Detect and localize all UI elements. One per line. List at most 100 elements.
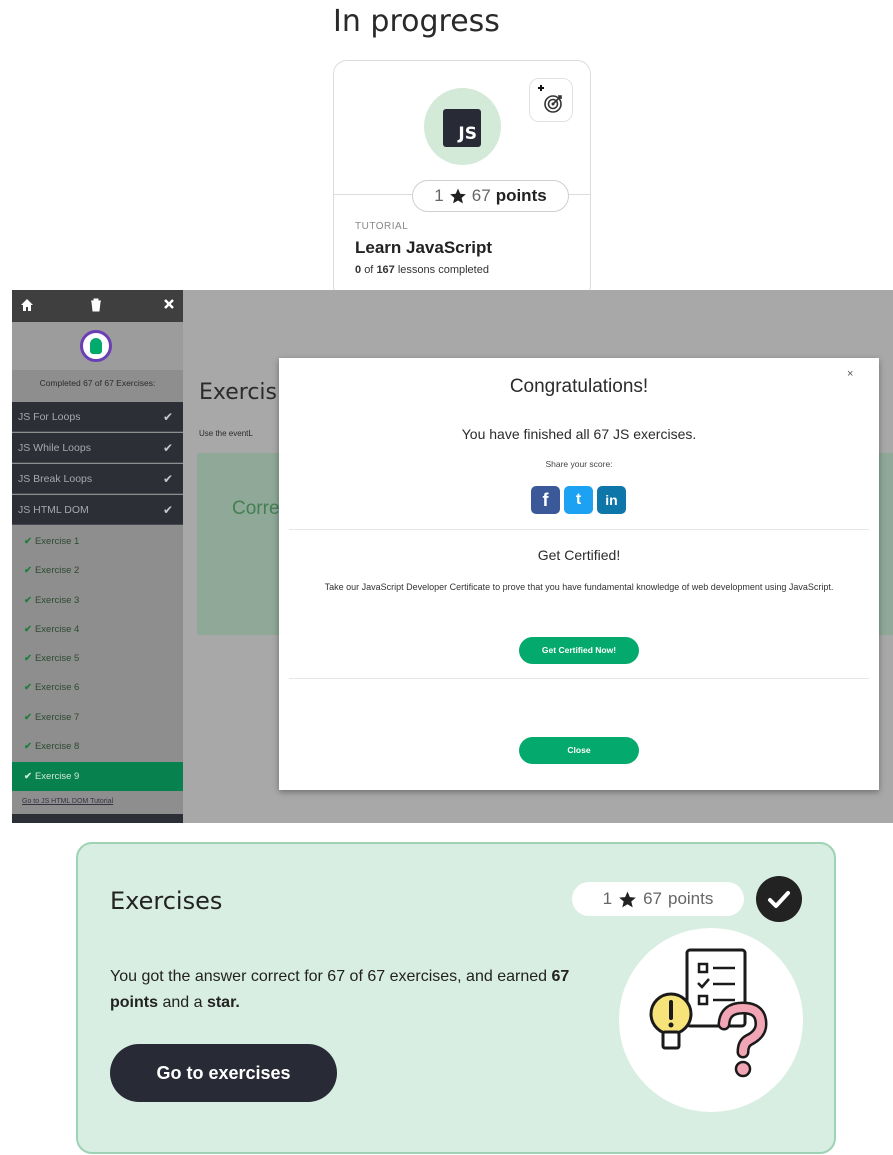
exercise-item[interactable]: ✔ Exercise 3 <box>12 586 183 615</box>
topic-label: JS HTML DOM <box>18 504 89 516</box>
check-icon: ✔ <box>24 653 32 664</box>
summary-text: and a <box>158 994 207 1011</box>
check-icon: ✔ <box>162 441 173 455</box>
check-icon: ✔ <box>162 410 173 424</box>
exercise-label: Exercise 7 <box>34 712 80 723</box>
topic-label: JS Break Loops <box>18 473 93 485</box>
exercise-label: Exercise 2 <box>34 565 80 576</box>
divider <box>289 529 869 530</box>
topic-label: JS While Loops <box>18 442 91 454</box>
completed-check-icon <box>756 876 802 922</box>
points-value: 67 <box>471 186 491 205</box>
exercise-item[interactable]: ✔ Exercise 4 <box>12 615 183 644</box>
stars-count: 1 <box>602 889 613 908</box>
check-icon: ✔ <box>24 536 32 547</box>
facebook-icon[interactable]: f <box>531 486 560 514</box>
topic-item[interactable]: JS Break Loops ✔ <box>12 464 183 494</box>
exercises-summary: You got the answer correct for 67 of 67 … <box>110 964 610 1016</box>
summary-star: star. <box>206 994 240 1011</box>
add-goal-button[interactable] <box>529 78 573 122</box>
exercises-card: Exercises 1 67 points You got the answer… <box>76 842 836 1154</box>
completed-summary: Completed 67 of 67 Exercises: <box>39 378 156 388</box>
exercise-label: Exercise 4 <box>34 624 80 635</box>
exercise-item[interactable]: ✔ Exercise 1 <box>12 527 183 556</box>
exercise-label: Exercise 5 <box>34 653 80 664</box>
points-badge: 1 67 points <box>572 882 744 916</box>
exercise-item-active[interactable]: ✔ Exercise 9 <box>12 762 183 791</box>
points-label: points <box>668 889 714 908</box>
linkedin-icon[interactable]: in <box>597 486 626 514</box>
topic-label: JS For Loops <box>18 411 81 423</box>
cert-title: Get Certified! <box>537 547 621 563</box>
exercise-item[interactable]: ✔ Exercise 7 <box>12 703 183 732</box>
exercise-heading: Exercis <box>199 380 278 405</box>
summary-text: You got the answer correct for 67 of 67 … <box>110 968 552 985</box>
tutorial-card[interactable]: JS 1 67 points TUTORIAL Learn JavaScript… <box>333 60 591 300</box>
lessons-of: of <box>364 264 374 276</box>
get-certified-button[interactable]: Get Certified Now! <box>519 637 639 664</box>
checkmark-icon <box>768 891 790 908</box>
go-to-exercises-button[interactable]: Go to exercises <box>110 1044 337 1102</box>
lessons-progress: 0 of 167 lessons completed <box>355 264 489 276</box>
exercise-app-screenshot: Completed 67 of 67 Exercises: JS For Loo… <box>12 290 893 823</box>
points-badge: 1 67 points <box>412 180 569 212</box>
trash-icon[interactable] <box>90 298 102 312</box>
exercise-item[interactable]: ✔ Exercise 6 <box>12 673 183 702</box>
exercise-label: Exercise 6 <box>34 682 80 693</box>
checklist-bulb-question-icon <box>649 948 768 1078</box>
check-icon: ✔ <box>24 565 32 576</box>
topic-item[interactable]: JS For Loops ✔ <box>12 402 183 432</box>
sidebar-footer <box>12 814 183 823</box>
exercise-label: Exercise 8 <box>34 741 80 752</box>
home-icon[interactable] <box>20 298 34 312</box>
sidebar-toolbar <box>12 290 183 322</box>
exercise-sidebar: Completed 67 of 67 Exercises: JS For Loo… <box>12 290 183 823</box>
close-icon[interactable] <box>163 298 175 310</box>
lessons-total: 167 <box>376 264 395 276</box>
star-icon <box>449 188 466 204</box>
avatar-icon[interactable] <box>80 330 112 362</box>
exercise-label: Exercise 3 <box>34 595 80 606</box>
check-icon: ✔ <box>24 741 32 752</box>
points-value: 67 <box>643 889 662 908</box>
js-logo-icon: JS <box>443 109 481 147</box>
card-title[interactable]: Learn JavaScript <box>355 238 492 258</box>
finished-text: You have finished all 67 JS exercises. <box>461 426 697 442</box>
lessons-suffix: lessons completed <box>397 264 489 276</box>
topic-item[interactable]: JS HTML DOM ✔ <box>12 495 183 525</box>
exercise-label: Exercise 1 <box>34 536 80 547</box>
correct-text: Corre <box>232 498 280 519</box>
points-label: points <box>495 186 547 205</box>
check-icon: ✔ <box>162 503 173 517</box>
tutorial-link[interactable]: Go to JS HTML DOM Tutorial <box>22 798 113 805</box>
in-progress-section: In progress JS 1 67 points TUTORIAL Lear… <box>0 0 893 300</box>
share-label: Share your score: <box>545 459 613 469</box>
divider <box>289 678 869 679</box>
result-panel-edge <box>879 453 893 635</box>
exercise-item[interactable]: ✔ Exercise 8 <box>12 732 183 761</box>
section-title: In progress <box>333 4 500 39</box>
quiz-illustration <box>619 928 803 1112</box>
exercise-item[interactable]: ✔ Exercise 5 <box>12 644 183 673</box>
exercise-item[interactable]: ✔ Exercise 2 <box>12 556 183 585</box>
js-logo-circle: JS <box>424 88 501 165</box>
check-icon: ✔ <box>24 682 32 693</box>
exercise-instructions: Use the eventL <box>199 429 253 438</box>
congratulations-modal: × Congratulations! You have finished all… <box>279 358 879 790</box>
check-icon: ✔ <box>162 472 173 486</box>
check-icon: ✔ <box>24 712 32 723</box>
check-icon: ✔ <box>24 771 32 782</box>
close-button[interactable]: Close <box>519 737 639 764</box>
exercise-label: Exercise 9 <box>34 771 80 782</box>
twitter-icon[interactable]: t <box>564 486 593 514</box>
stars-count: 1 <box>434 186 444 205</box>
modal-title: Congratulations! <box>509 376 649 397</box>
check-icon: ✔ <box>24 595 32 606</box>
check-icon: ✔ <box>24 624 32 635</box>
add-target-icon <box>538 85 562 113</box>
avatar-area <box>12 322 183 370</box>
star-icon <box>619 891 636 907</box>
cert-description: Take our JavaScript Developer Certificat… <box>324 582 834 592</box>
card-kind: TUTORIAL <box>355 221 409 232</box>
topic-item[interactable]: JS While Loops ✔ <box>12 433 183 463</box>
